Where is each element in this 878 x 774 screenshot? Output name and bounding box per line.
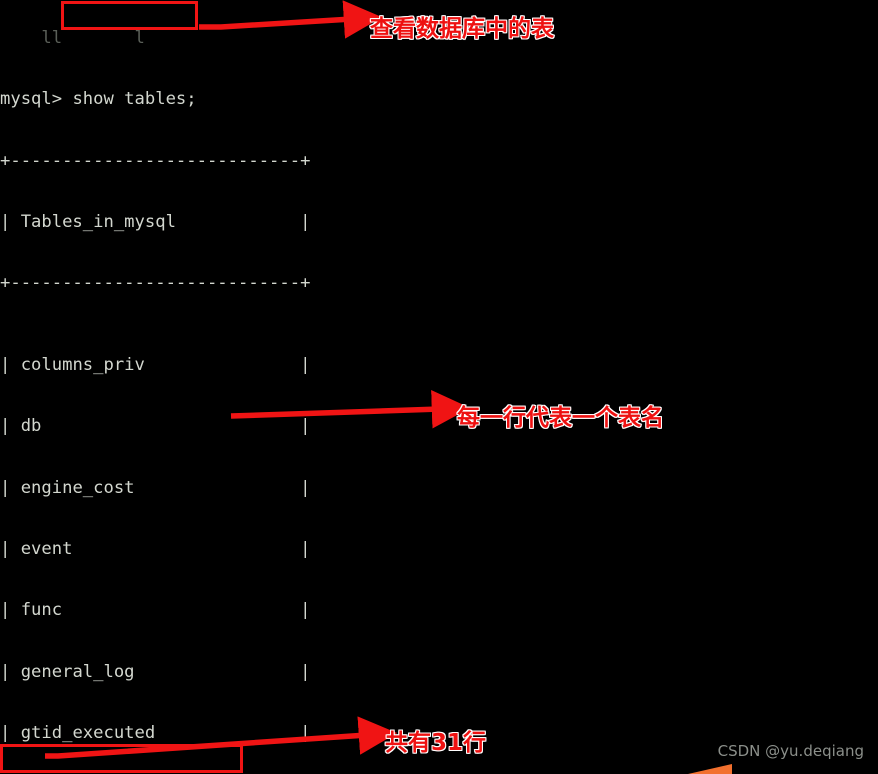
table-row: | db |	[0, 416, 311, 437]
table-border-mid: +----------------------------+	[0, 273, 311, 294]
table-column-header-row: | Tables_in_mysql |	[0, 211, 311, 232]
table-name: db	[20, 416, 42, 437]
annotation-middle: 每一行代表一个表名	[456, 404, 664, 431]
table-row: | event |	[0, 539, 311, 560]
table-row: | general_log |	[0, 661, 311, 682]
terminal-prompt-line: mysql> show tables;	[0, 89, 480, 109]
mysql-prompt: mysql>	[0, 89, 63, 110]
table-row: | engine_cost |	[0, 477, 311, 498]
table-name: engine_cost	[20, 477, 135, 498]
table-row: | columns_priv |	[0, 355, 311, 376]
csdn-watermark: CSDN @yu.deqiang	[717, 742, 864, 760]
table-name: func	[20, 600, 63, 621]
table-border-top: +----------------------------+	[0, 150, 311, 171]
table-name: gtid_executed	[20, 723, 156, 744]
table-name: columns_priv	[20, 355, 145, 376]
terminal-output[interactable]: ll l mysql> show tables; +--------------…	[0, 0, 480, 774]
table-name: event	[20, 539, 73, 560]
sql-command: show tables;	[62, 89, 197, 110]
annotation-top: 查看数据库中的表	[369, 15, 554, 42]
table-name: general_log	[20, 661, 135, 682]
table-row: | func |	[0, 600, 311, 621]
terminal-screenshot: ll l mysql> show tables; +--------------…	[0, 0, 878, 774]
orange-wedge-decoration	[688, 764, 732, 774]
annotation-bottom: 共有31行	[384, 729, 487, 756]
